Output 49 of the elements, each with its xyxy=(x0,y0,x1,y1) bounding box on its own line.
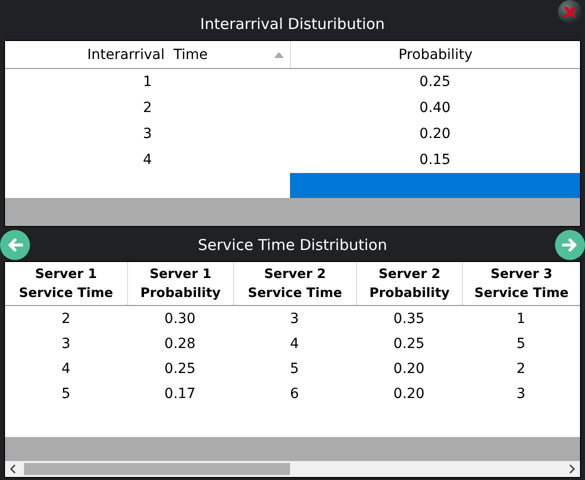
table-cell: 3 xyxy=(143,126,152,142)
table-cell: 6 xyxy=(290,386,299,402)
table-cell: 0.25 xyxy=(164,360,196,376)
table-cell: 2 xyxy=(143,100,152,116)
window-title: Interarrival Disturibution xyxy=(200,15,385,33)
table-cell: 3 xyxy=(516,386,526,402)
table-cell: 0.15 xyxy=(419,152,451,168)
back-button[interactable] xyxy=(0,230,30,260)
table-cell: 0.35 xyxy=(393,310,425,326)
table-cell: 4 xyxy=(62,360,70,376)
table-cell: 1 xyxy=(516,310,526,326)
table-cell: 2 xyxy=(516,360,526,376)
table-cell: 3 xyxy=(62,336,70,352)
table-cell: 4 xyxy=(143,152,152,168)
table-cell: 4 xyxy=(290,336,299,352)
column-header[interactable]: Server 3 Service Time xyxy=(467,264,576,302)
column-header[interactable]: Server 1 Probability xyxy=(132,264,229,302)
scroll-thumb[interactable] xyxy=(24,463,290,475)
table-cell: 2 xyxy=(62,310,70,326)
table-cell: 5 xyxy=(516,336,526,352)
sort-arrow-icon xyxy=(274,52,284,58)
column-header[interactable]: Server 1 Service Time xyxy=(9,264,123,302)
section-title: Service Time Distribution xyxy=(198,236,388,254)
table-cell: 0.20 xyxy=(393,386,425,402)
table-cell: 0.28 xyxy=(164,336,196,352)
right-arrow-icon xyxy=(562,238,578,252)
close-button[interactable] xyxy=(558,0,582,24)
table-cell: 5 xyxy=(290,360,299,376)
table-cell: 0.30 xyxy=(164,310,196,326)
forward-button[interactable] xyxy=(554,230,585,260)
table-cell: 3 xyxy=(290,310,299,326)
selected-cell[interactable] xyxy=(290,173,580,198)
column-header[interactable]: Server 2 Probability xyxy=(361,264,458,302)
left-arrow-icon xyxy=(7,238,23,252)
table-cell: 0.20 xyxy=(393,360,425,376)
column-header[interactable]: Interarrival Time xyxy=(5,41,290,68)
column-header[interactable]: Probability xyxy=(290,41,580,68)
table-cell: 0.25 xyxy=(419,74,451,90)
close-icon xyxy=(564,6,576,18)
scroll-left-icon[interactable] xyxy=(10,464,16,474)
table-cell: 0.17 xyxy=(164,386,196,402)
horizontal-scrollbar[interactable] xyxy=(5,461,580,477)
table-cell: 1 xyxy=(143,74,152,90)
table-cell: 0.20 xyxy=(419,126,451,142)
table-cell: 5 xyxy=(62,386,70,402)
scroll-right-icon[interactable] xyxy=(569,464,575,474)
table-cell: 0.40 xyxy=(419,100,451,116)
column-header[interactable]: Server 2 Service Time xyxy=(238,264,352,302)
table-cell: 0.25 xyxy=(393,336,425,352)
